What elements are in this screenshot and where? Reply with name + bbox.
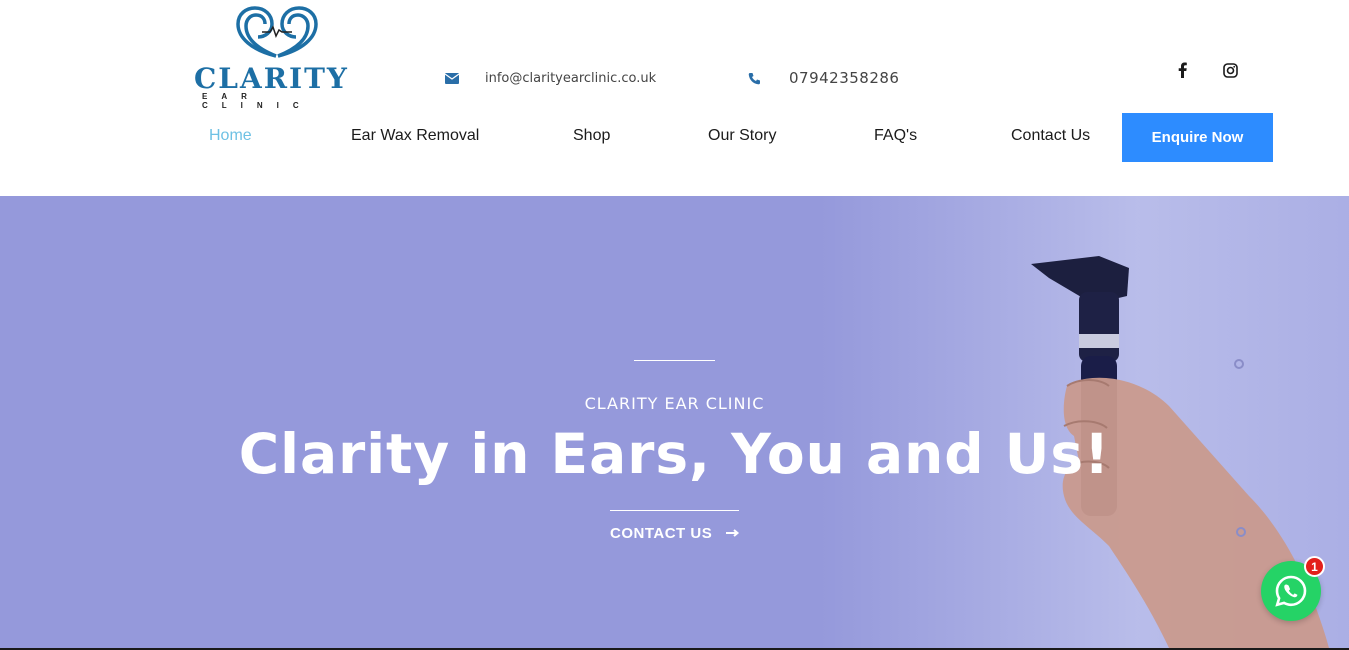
contact-us-link[interactable]: CONTACT US xyxy=(610,522,740,544)
site-header: CLARITY EAR CLINIC info@clarityearclinic… xyxy=(0,0,1349,196)
nav-item-contact-us[interactable]: Contact Us xyxy=(1011,127,1090,145)
contact-us-label: CONTACT US xyxy=(610,524,713,542)
contact-email[interactable]: info@clarityearclinic.co.uk xyxy=(443,68,656,88)
logo-wordmark: CLARITY xyxy=(194,62,349,95)
logo-subtitle: EAR CLINIC xyxy=(202,92,313,110)
instagram-icon xyxy=(1222,62,1238,78)
hero-divider-top xyxy=(634,360,715,361)
nav-item-home[interactable]: Home xyxy=(209,127,252,145)
facebook-link[interactable] xyxy=(1172,60,1192,80)
hero-kicker: CLARITY EAR CLINIC xyxy=(584,394,765,413)
envelope-icon xyxy=(443,69,461,87)
site-logo[interactable]: CLARITY EAR CLINIC xyxy=(192,6,358,110)
ear-logo-icon xyxy=(236,6,318,58)
nav-item-ear-wax-removal[interactable]: Ear Wax Removal xyxy=(351,127,479,145)
hero-title: Clarity in Ears, You and Us! xyxy=(238,422,1111,486)
nav-item-faqs[interactable]: FAQ's xyxy=(874,127,917,145)
nav-item-our-story[interactable]: Our Story xyxy=(708,127,776,145)
phone-icon xyxy=(745,69,763,87)
email-text: info@clarityearclinic.co.uk xyxy=(485,70,657,86)
whatsapp-icon xyxy=(1275,575,1307,607)
contact-phone[interactable]: 07942358286 xyxy=(745,68,899,88)
hero-banner: CLARITY EAR CLINIC Clarity in Ears, You … xyxy=(0,196,1349,648)
enquire-now-button[interactable]: Enquire Now xyxy=(1122,113,1273,162)
nav-item-shop[interactable]: Shop xyxy=(573,127,610,145)
main-nav: Home Ear Wax Removal Shop Our Story FAQ'… xyxy=(0,113,1349,162)
hero-divider-bottom xyxy=(610,510,739,511)
phone-text: 07942358286 xyxy=(789,69,900,87)
notification-badge: 1 xyxy=(1304,556,1325,577)
instagram-link[interactable] xyxy=(1220,60,1240,80)
arrow-right-icon xyxy=(726,529,740,537)
facebook-icon xyxy=(1178,62,1187,78)
